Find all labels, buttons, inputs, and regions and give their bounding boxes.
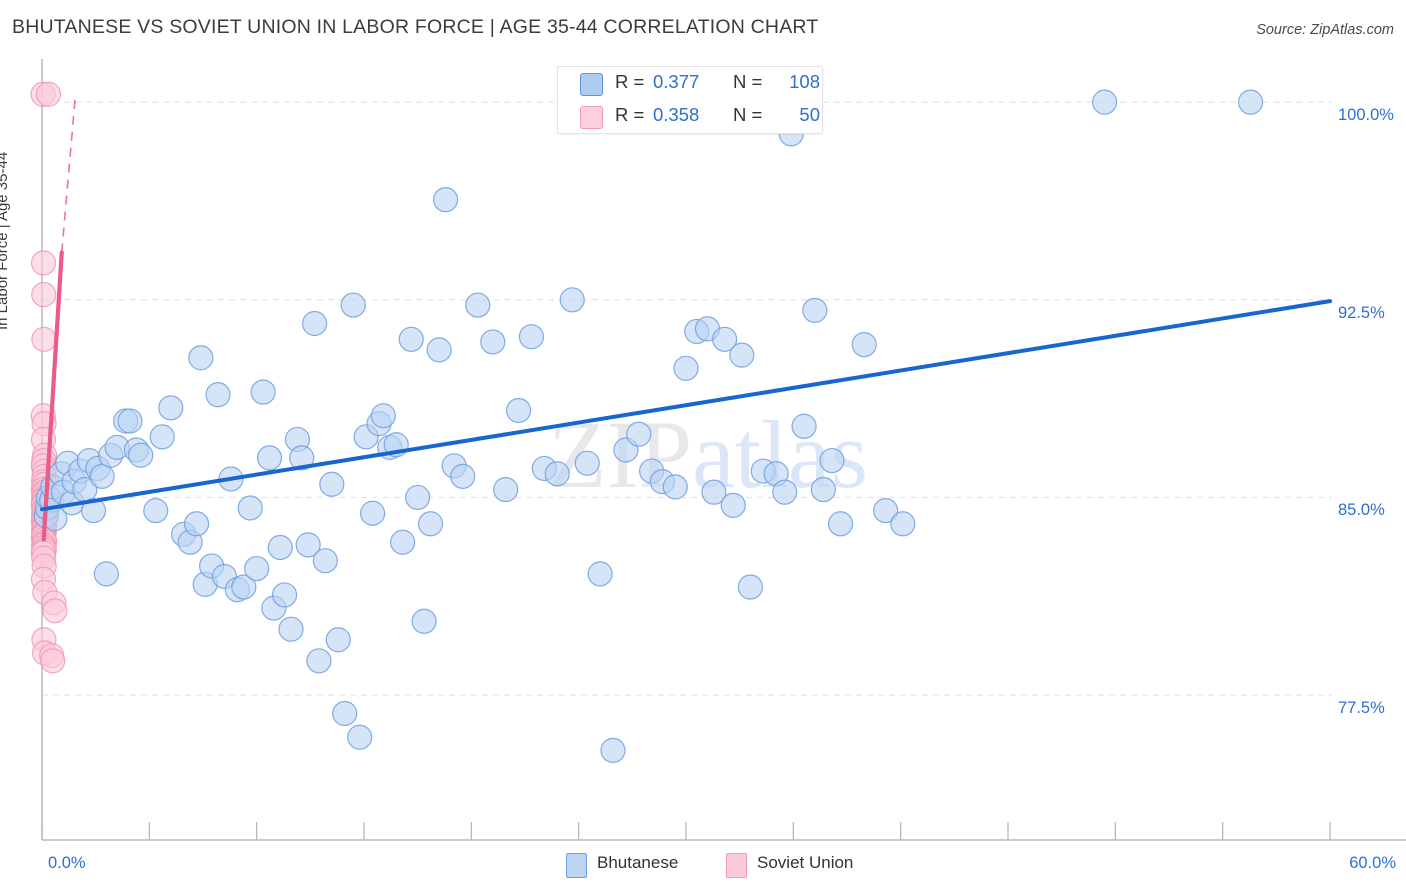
- watermark-zip: ZIP: [548, 401, 692, 508]
- legend-label-bhutanese: Bhutanese: [597, 853, 679, 872]
- y-tick-label: 77.5%: [1338, 699, 1385, 718]
- legend-swatch-soviet-union-icon: [726, 853, 747, 878]
- n-value: 50: [799, 104, 820, 125]
- r-label: R =: [615, 104, 645, 125]
- r-value: 0.358: [653, 104, 700, 125]
- correlation-stats-legend: R = 0.377 N = 108 R = 0.358 N = 50: [557, 66, 823, 134]
- zipatlas-watermark: ZIPatlas: [548, 400, 968, 510]
- n-label: N =: [733, 104, 763, 125]
- stats-row-soviet-union: R = 0.358 N = 50: [558, 100, 822, 133]
- n-value: 108: [789, 71, 820, 92]
- r-label: R =: [615, 71, 645, 92]
- series-swatch-bhutanese-icon: [580, 73, 603, 96]
- r-value: 0.377: [653, 71, 700, 92]
- y-tick-label: 85.0%: [1338, 501, 1385, 520]
- y-tick-label: 100.0%: [1338, 106, 1394, 125]
- correlation-chart: BHUTANESE VS SOVIET UNION IN LABOR FORCE…: [0, 0, 1406, 892]
- y-tick-label: 92.5%: [1338, 303, 1385, 322]
- source-attribution: Source: ZipAtlas.com: [1256, 22, 1394, 38]
- series-swatch-soviet-union-icon: [580, 106, 603, 129]
- page-title: BHUTANESE VS SOVIET UNION IN LABOR FORCE…: [12, 16, 819, 38]
- series-legend: Bhutanese Soviet Union: [0, 850, 1406, 884]
- watermark-atlas: atlas: [692, 401, 868, 508]
- legend-swatch-bhutanese-icon: [566, 853, 587, 878]
- legend-label-soviet-union: Soviet Union: [757, 853, 854, 872]
- stats-row-bhutanese: R = 0.377 N = 108: [558, 67, 822, 100]
- y-axis-title: In Labor Force | Age 35-44: [0, 151, 11, 330]
- n-label: N =: [733, 71, 763, 92]
